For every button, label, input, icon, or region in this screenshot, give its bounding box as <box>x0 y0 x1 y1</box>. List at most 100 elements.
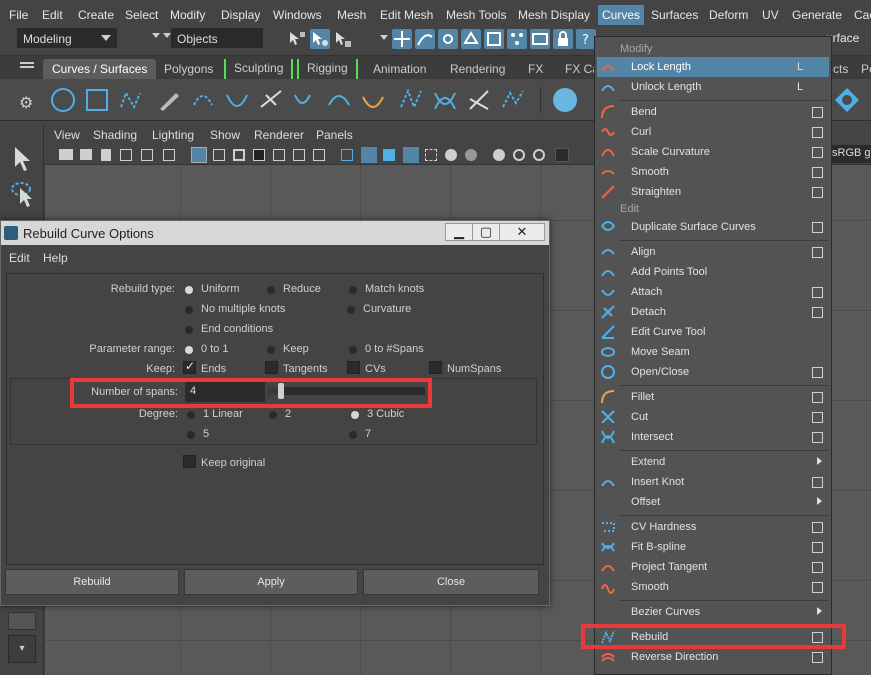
option-box-icon[interactable] <box>812 307 823 318</box>
anti-aliasing-icon[interactable] <box>533 149 545 161</box>
menu-item-lock-length[interactable]: Lock Length <box>597 57 829 77</box>
curve-detach-icon[interactable] <box>326 87 352 113</box>
radio-end-conditions[interactable] <box>185 326 193 334</box>
lights-icon[interactable] <box>445 149 457 161</box>
menu-cache[interactable]: Cac <box>854 8 871 22</box>
arc-tool-icon[interactable] <box>190 87 216 113</box>
option-box-icon[interactable] <box>812 392 823 403</box>
radio-0-to-spans[interactable] <box>349 346 357 354</box>
menu-item-bezier-curves[interactable]: Bezier Curves <box>631 606 700 618</box>
menu-item-cv-hardness[interactable]: CV Hardness <box>631 521 696 533</box>
vp-menu-panels[interactable]: Panels <box>316 128 353 142</box>
menuset-dropdown[interactable]: Modeling <box>17 28 117 48</box>
smooth-shade-icon[interactable] <box>361 147 377 163</box>
chevron-down-icon[interactable] <box>152 33 160 38</box>
radio-degree-1-linear[interactable] <box>187 411 195 419</box>
menu-item-cut[interactable]: Cut <box>631 411 648 423</box>
menu-item-fillet[interactable]: Fillet <box>631 391 654 403</box>
wireframe-on-shaded-icon[interactable] <box>403 147 419 163</box>
checkbox-keep-original[interactable] <box>183 455 196 468</box>
vp-menu-lighting[interactable]: Lighting <box>152 128 194 142</box>
menu-mesh[interactable]: Mesh <box>337 8 366 22</box>
close-window-button[interactable]: ✕ <box>499 223 545 241</box>
tab-polygons[interactable]: Polygons <box>155 59 222 80</box>
menu-item-curl[interactable]: Curl <box>631 126 651 138</box>
shelf-menu-icon[interactable] <box>20 62 34 64</box>
menu-modify[interactable]: Modify <box>170 8 205 22</box>
checkbox-cvs[interactable] <box>347 361 360 374</box>
shadows-icon[interactable] <box>465 149 477 161</box>
menu-deform[interactable]: Deform <box>709 8 748 22</box>
field-chart-icon[interactable] <box>273 149 285 161</box>
snap-grid-icon[interactable] <box>392 29 412 49</box>
textured-icon[interactable] <box>425 149 437 161</box>
cv-curve-icon[interactable] <box>118 87 144 113</box>
menu-item-straighten[interactable]: Straighten <box>631 186 681 198</box>
checkbox-tangents[interactable] <box>265 361 278 374</box>
menu-item-insert-knot[interactable]: Insert Knot <box>631 476 684 488</box>
option-box-icon[interactable] <box>812 147 823 158</box>
depth-of-field-icon[interactable] <box>555 148 569 162</box>
nurbs-torus-icon[interactable] <box>834 87 860 113</box>
option-box-icon[interactable] <box>812 562 823 573</box>
menu-item-align[interactable]: Align <box>631 246 655 258</box>
menu-edit-mesh[interactable]: Edit Mesh <box>380 8 433 22</box>
radio-degree-2[interactable] <box>269 411 277 419</box>
chevron-down-icon[interactable] <box>163 33 171 38</box>
menu-item-move-seam[interactable]: Move Seam <box>631 346 690 358</box>
curve-intersect-icon[interactable] <box>432 87 458 113</box>
safe-action-icon[interactable] <box>293 149 305 161</box>
camera-icon[interactable] <box>59 149 73 160</box>
option-box-icon[interactable] <box>812 287 823 298</box>
option-box-icon[interactable] <box>812 187 823 198</box>
radio-match-knots[interactable] <box>349 286 357 294</box>
pencil-curve-icon[interactable] <box>156 87 182 113</box>
menu-item-project-tangent[interactable]: Project Tangent <box>631 561 707 573</box>
rebuild-button[interactable]: Rebuild <box>5 569 179 595</box>
apply-button[interactable]: Apply <box>184 569 358 595</box>
radio-0-to-1[interactable] <box>185 346 193 354</box>
curve-attach-icon[interactable] <box>292 87 318 113</box>
menu-item-unlock-length[interactable]: Unlock Length <box>631 81 701 93</box>
select-component-icon[interactable] <box>333 29 353 49</box>
menu-edit[interactable]: Edit <box>42 8 63 22</box>
radio-keep[interactable] <box>267 346 275 354</box>
chevron-down-icon[interactable] <box>380 35 388 40</box>
menu-uv[interactable]: UV <box>762 8 779 22</box>
help-icon[interactable]: ? <box>576 29 596 49</box>
select-object-icon[interactable] <box>310 29 330 49</box>
menu-item-fit-b-spline[interactable]: Fit B-spline <box>631 541 686 553</box>
checkbox-numspans[interactable] <box>429 361 442 374</box>
nurbs-circle-icon[interactable] <box>50 87 76 113</box>
radio-degree-7[interactable] <box>349 431 357 439</box>
radio-uniform[interactable] <box>185 286 193 294</box>
menu-display[interactable]: Display <box>221 8 260 22</box>
option-box-icon[interactable] <box>812 542 823 553</box>
menu-item-intersect[interactable]: Intersect <box>631 431 673 443</box>
radio-curvature[interactable] <box>347 306 355 314</box>
option-box-icon[interactable] <box>812 477 823 488</box>
option-box-icon[interactable] <box>812 652 823 663</box>
menu-create[interactable]: Create <box>78 8 114 22</box>
tab-fx[interactable]: FX <box>519 59 552 80</box>
tab-rendering[interactable]: Rendering <box>441 59 514 80</box>
curve-edit-icon[interactable] <box>258 87 284 113</box>
minimize-button[interactable]: ▁ <box>445 223 473 241</box>
menu-file[interactable]: File <box>9 8 28 22</box>
menu-item-reverse-direction[interactable]: Reverse Direction <box>631 651 718 663</box>
menu-mesh-tools[interactable]: Mesh Tools <box>446 8 506 22</box>
colorspace-field[interactable]: sRGB ga <box>828 145 871 163</box>
default-material-icon[interactable] <box>383 149 395 161</box>
menu-generate[interactable]: Generate <box>792 8 842 22</box>
vp-menu-renderer[interactable]: Renderer <box>254 128 304 142</box>
gear-icon[interactable]: ⚙ <box>19 93 33 113</box>
nurbs-sphere-icon[interactable] <box>552 87 578 113</box>
dialog-menu-help[interactable]: Help <box>43 251 68 265</box>
menu-item-duplicate-surface-curves[interactable]: Duplicate Surface Curves <box>631 221 756 233</box>
tab-curves-surfaces[interactable]: Curves / Surfaces <box>43 59 157 80</box>
resolution-gate-icon[interactable] <box>233 149 245 161</box>
curve-rebuild-icon[interactable] <box>500 87 526 113</box>
option-box-icon[interactable] <box>812 127 823 138</box>
snap-view-plane-icon[interactable] <box>461 29 481 49</box>
option-box-icon[interactable] <box>812 522 823 533</box>
